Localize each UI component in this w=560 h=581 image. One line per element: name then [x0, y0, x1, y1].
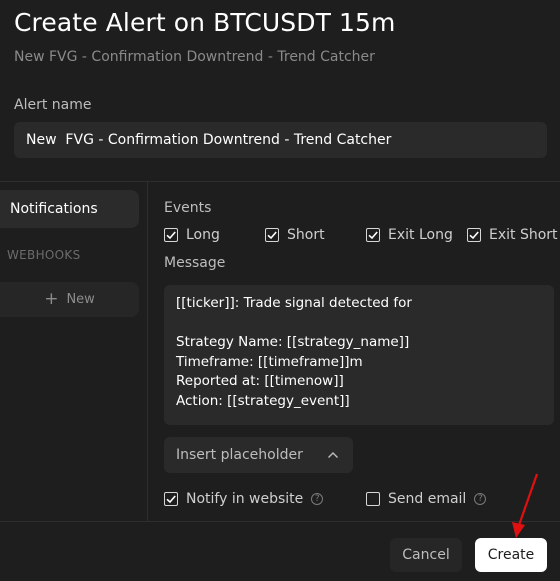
checkbox[interactable]: [164, 228, 178, 242]
dialog-subtitle: New FVG - Confirmation Downtrend - Trend…: [14, 49, 375, 65]
webhooks-section-label: WEBHOOKS: [7, 248, 81, 262]
event-exit-long-checkbox[interactable]: Exit Long: [366, 227, 453, 243]
cancel-label: Cancel: [402, 547, 450, 563]
dialog-title: Create Alert on BTCUSDT 15m: [14, 8, 396, 37]
message-textarea[interactable]: [[ticker]]: Trade signal detected for St…: [164, 285, 554, 425]
checkbox[interactable]: [366, 492, 380, 506]
notify-website-label: Notify in website: [186, 491, 304, 507]
event-short-checkbox[interactable]: Short: [265, 227, 325, 243]
checkbox[interactable]: [265, 228, 279, 242]
cancel-button[interactable]: Cancel: [390, 538, 462, 572]
checkbox[interactable]: [467, 228, 481, 242]
plus-icon: +: [44, 289, 59, 309]
help-circle-icon[interactable]: ?: [474, 493, 487, 505]
create-label: Create: [487, 547, 535, 563]
check-icon: [267, 231, 277, 240]
send-email-label: Send email: [388, 491, 467, 507]
event-label: Long: [186, 227, 220, 243]
chevron-up-icon: [328, 452, 338, 458]
alert-name-label: Alert name: [14, 97, 92, 113]
events-label: Events: [164, 200, 212, 216]
event-label: Exit Short: [489, 227, 558, 243]
sidebar-item-label: Notifications: [10, 201, 98, 217]
event-exit-short-checkbox[interactable]: Exit Short: [467, 227, 558, 243]
event-label: Short: [287, 227, 325, 243]
check-icon: [166, 495, 176, 504]
check-icon: [469, 231, 479, 240]
alert-name-input[interactable]: [14, 122, 547, 158]
new-webhook-button[interactable]: + New: [0, 282, 139, 317]
divider: [0, 521, 560, 522]
insert-placeholder-dropdown[interactable]: Insert placeholder: [164, 437, 353, 473]
check-icon: [368, 231, 378, 240]
sidebar-divider: [147, 181, 148, 521]
new-webhook-label: New: [66, 292, 95, 307]
send-email-checkbox[interactable]: Send email ?: [366, 491, 487, 507]
notify-website-checkbox[interactable]: Notify in website ?: [164, 491, 324, 507]
check-icon: [166, 231, 176, 240]
checkbox[interactable]: [164, 492, 178, 506]
sidebar-item-notifications[interactable]: Notifications: [0, 190, 139, 228]
event-long-checkbox[interactable]: Long: [164, 227, 220, 243]
message-label: Message: [164, 255, 226, 271]
insert-placeholder-label: Insert placeholder: [176, 447, 303, 463]
red-arrow-icon: [512, 473, 539, 538]
checkbox[interactable]: [366, 228, 380, 242]
divider: [0, 181, 560, 182]
event-label: Exit Long: [388, 227, 453, 243]
help-circle-icon[interactable]: ?: [311, 493, 324, 505]
